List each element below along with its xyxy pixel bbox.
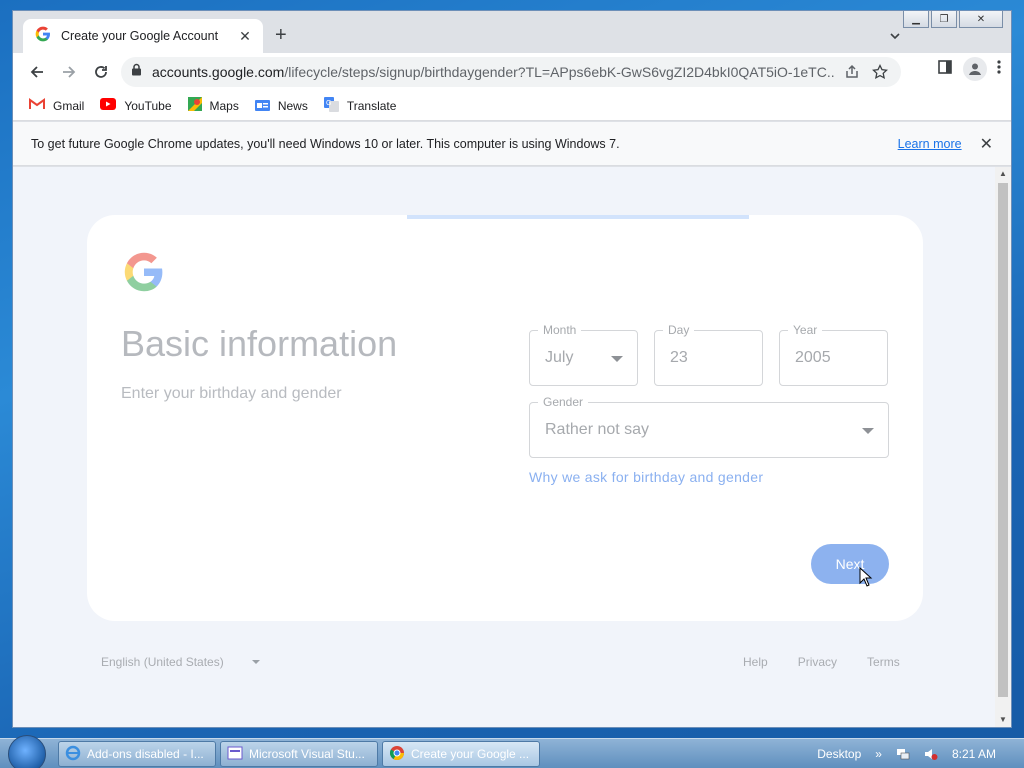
dropdown-caret-icon: [862, 428, 874, 434]
taskbar-item-visual-studio[interactable]: Microsoft Visual Stu...: [220, 741, 378, 767]
windows-taskbar: Add-ons disabled - I... Microsoft Visual…: [0, 735, 1024, 768]
taskbar-item-label: Add-ons disabled - I...: [87, 747, 204, 761]
page-scrollbar[interactable]: ▲ ▼: [995, 167, 1011, 727]
month-select[interactable]: Month July: [529, 323, 638, 386]
learn-more-link[interactable]: Learn more: [898, 137, 962, 151]
start-button[interactable]: [8, 735, 46, 768]
back-button[interactable]: [21, 56, 53, 88]
browser-toolbar: accounts.google.com/lifecycle/steps/sign…: [13, 53, 1011, 91]
year-input[interactable]: Year 2005: [779, 323, 888, 386]
day-input[interactable]: Day 23: [654, 323, 763, 386]
bookmark-label: YouTube: [124, 98, 172, 113]
forward-button[interactable]: [53, 56, 85, 88]
scroll-up-icon[interactable]: ▲: [995, 167, 1011, 181]
youtube-icon: [100, 98, 117, 113]
bookmark-youtube[interactable]: YouTube: [100, 98, 172, 113]
tray-expand-icon[interactable]: »: [875, 747, 882, 761]
page-title: Basic information: [121, 323, 398, 364]
terms-link[interactable]: Terms: [867, 655, 900, 669]
address-bar[interactable]: accounts.google.com/lifecycle/steps/sign…: [121, 57, 901, 87]
tab-search-icon[interactable]: [889, 29, 901, 41]
url-path: /lifecycle/steps/signup/birthdaygender?T…: [284, 64, 835, 80]
toolbar-right: [937, 57, 1001, 81]
year-value: 2005: [795, 349, 831, 366]
browser-window: ▁ ❐ ✕ Create your Google Account ✕ + acc…: [12, 10, 1012, 728]
network-icon[interactable]: [896, 747, 910, 761]
ie-icon: [65, 745, 81, 764]
infobar-message: To get future Google Chrome updates, you…: [31, 136, 620, 151]
google-logo-icon: [123, 251, 165, 298]
tab-title: Create your Google Account: [61, 29, 219, 43]
update-infobar: To get future Google Chrome updates, you…: [13, 122, 1011, 166]
day-value: 23: [670, 349, 688, 366]
chrome-icon: [389, 745, 405, 764]
month-value: July: [545, 349, 574, 366]
bookmarks-bar: Gmail YouTube Maps News G Translate: [13, 91, 1011, 121]
month-label: Month: [538, 323, 582, 337]
bookmark-label: Gmail: [53, 98, 85, 113]
url-text[interactable]: accounts.google.com/lifecycle/steps/sign…: [152, 64, 835, 80]
gender-value: Rather not say: [545, 421, 650, 438]
taskbar-item-addons[interactable]: Add-ons disabled - I...: [58, 741, 216, 767]
infobar-close-icon[interactable]: ✕: [980, 134, 993, 154]
svg-text:G: G: [326, 100, 331, 107]
next-button[interactable]: Next: [811, 544, 889, 584]
new-tab-button[interactable]: +: [275, 25, 287, 45]
tab-close-icon[interactable]: ✕: [237, 28, 253, 45]
reload-button[interactable]: [85, 56, 117, 88]
system-tray: Desktop » 8:21 AM: [817, 739, 1024, 768]
visual-studio-icon: [227, 745, 243, 764]
taskbar-item-label: Create your Google ...: [411, 747, 530, 761]
profile-avatar-icon[interactable]: [963, 57, 987, 81]
mouse-cursor-icon: [859, 566, 873, 592]
clock[interactable]: 8:21 AM: [952, 747, 996, 761]
volume-muted-icon[interactable]: [924, 747, 938, 761]
side-panel-icon[interactable]: [937, 59, 953, 80]
maps-icon: [187, 97, 202, 114]
dropdown-caret-icon: [611, 356, 623, 362]
tab-create-account[interactable]: Create your Google Account ✕: [23, 19, 263, 53]
gender-select[interactable]: Gender Rather not say: [529, 395, 889, 458]
footer-links: Help Privacy Terms: [743, 655, 900, 669]
bookmark-maps[interactable]: Maps: [187, 97, 239, 114]
bookmark-gmail[interactable]: Gmail: [29, 98, 84, 113]
progress-bar: [407, 215, 749, 219]
gmail-icon: [29, 98, 45, 113]
bookmark-label: Maps: [209, 98, 239, 113]
translate-icon: G: [323, 96, 339, 115]
lock-icon[interactable]: [131, 63, 142, 81]
why-we-ask-link[interactable]: Why we ask for birthday and gender: [529, 469, 763, 485]
language-value: English (United States): [101, 655, 224, 669]
signup-card: Basic information Enter your birthday an…: [87, 215, 923, 621]
day-label: Day: [663, 323, 695, 337]
tab-strip: Create your Google Account ✕ +: [13, 11, 1011, 53]
bookmark-label: News: [277, 98, 308, 113]
language-select[interactable]: English (United States): [101, 655, 260, 669]
page-content: Basic information Enter your birthday an…: [13, 167, 997, 727]
chrome-menu-icon[interactable]: [997, 59, 1001, 80]
page-subtitle: Enter your birthday and gender: [121, 385, 342, 402]
bookmark-translate[interactable]: G Translate: [323, 96, 397, 115]
privacy-link[interactable]: Privacy: [798, 655, 837, 669]
news-icon: [254, 98, 270, 114]
bookmark-star-icon[interactable]: [869, 64, 891, 80]
gender-label: Gender: [538, 395, 589, 409]
taskbar-item-chrome[interactable]: Create your Google ...: [382, 741, 540, 767]
taskbar-item-label: Microsoft Visual Stu...: [249, 747, 365, 761]
bookmark-news[interactable]: News: [254, 98, 308, 114]
desktop-toolbar-label[interactable]: Desktop: [817, 747, 861, 761]
google-favicon-icon: [35, 26, 51, 47]
share-icon[interactable]: [841, 64, 863, 80]
scroll-thumb[interactable]: [998, 183, 1008, 697]
year-label: Year: [788, 323, 823, 337]
scroll-down-icon[interactable]: ▼: [995, 713, 1011, 727]
dropdown-caret-icon: [251, 660, 260, 664]
help-link[interactable]: Help: [743, 655, 768, 669]
url-host: accounts.google.com: [152, 64, 285, 80]
bookmark-label: Translate: [346, 98, 397, 113]
